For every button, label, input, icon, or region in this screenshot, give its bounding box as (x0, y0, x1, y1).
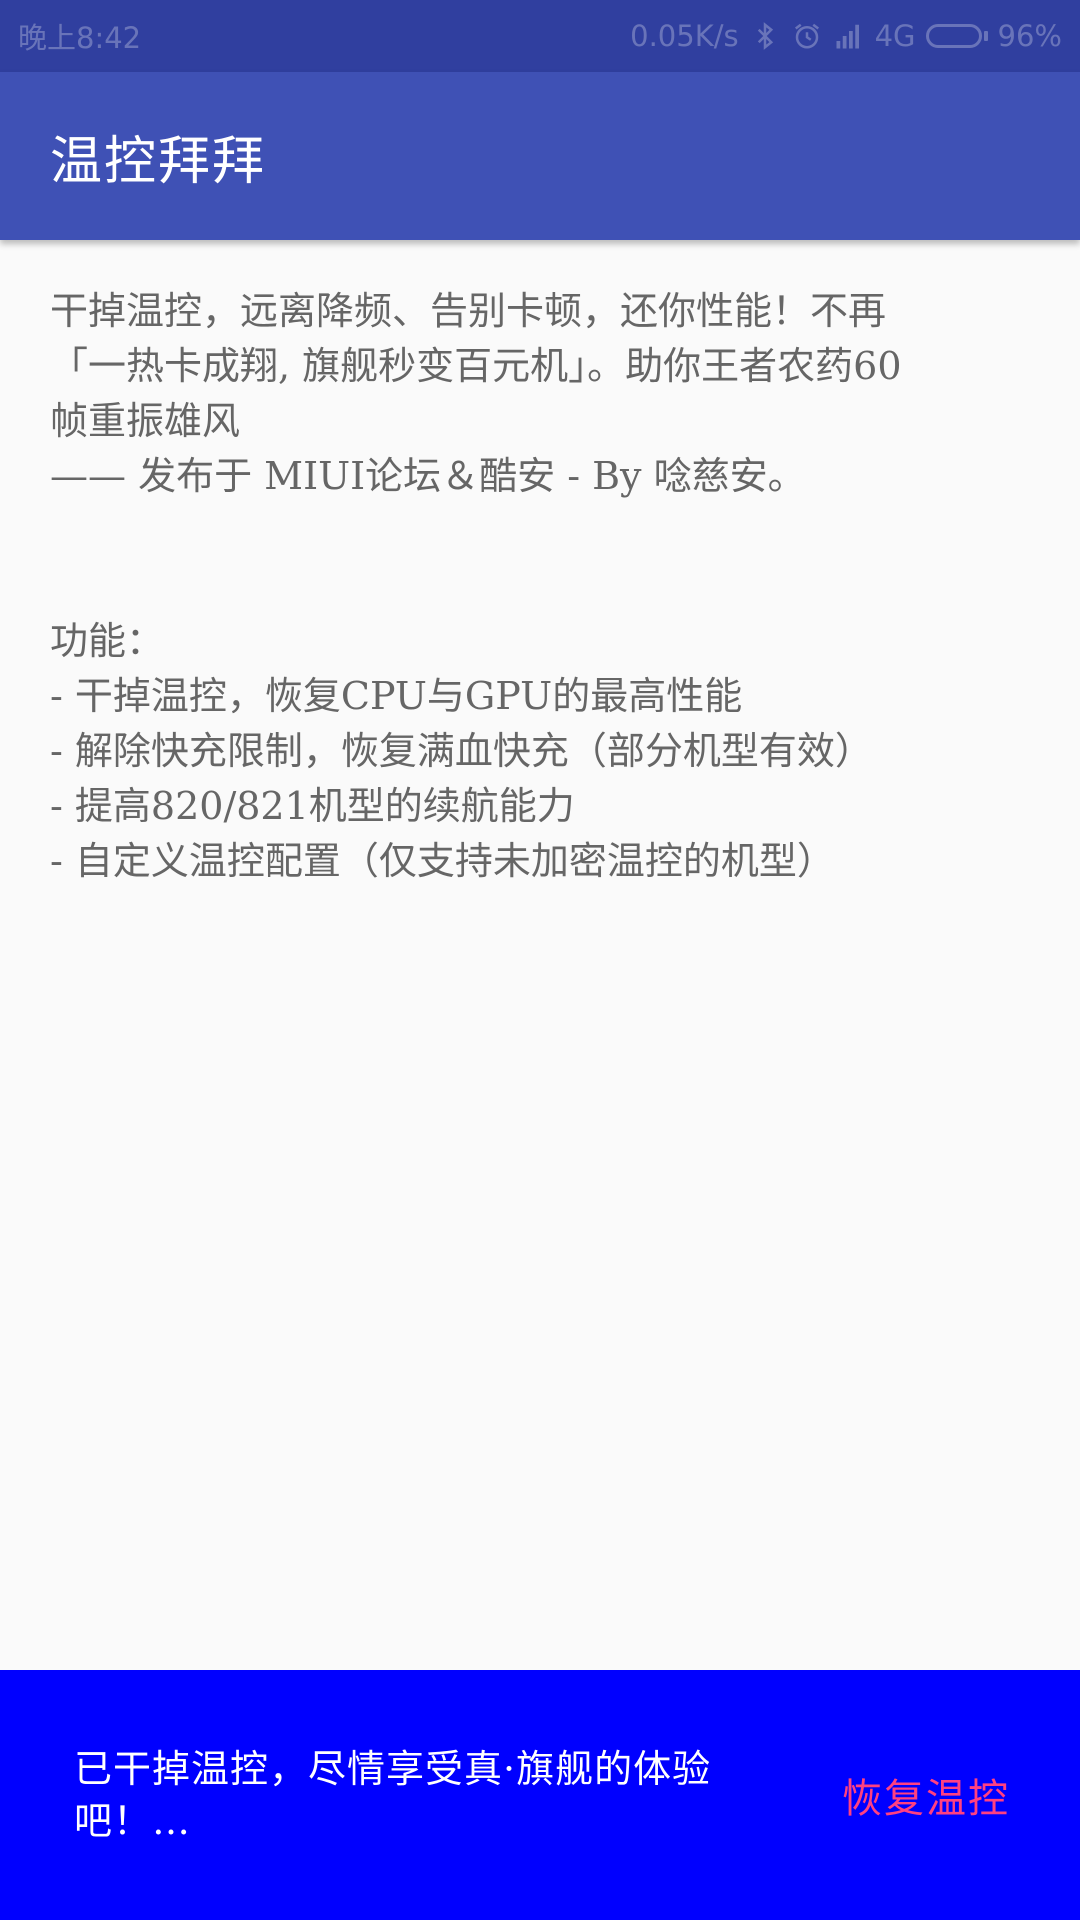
alarm-icon (791, 20, 823, 52)
bluetooth-icon (749, 20, 781, 52)
app-title: 温控拜拜 (50, 131, 267, 192)
signal-icon (833, 20, 865, 52)
status-time: 晚上8:42 (18, 21, 142, 55)
feature-item: - 解除快充限制，恢复满血快充（部分机型有效） (50, 729, 873, 773)
description-text: 干掉温控，远离降频、告别卡顿，还你性能！不再 「一热卡成翔, 旗舰秒变百元机」。… (50, 284, 1040, 889)
battery-icon (925, 24, 988, 48)
app-bar: 温控拜拜 (0, 72, 1080, 240)
app-screen: 晚上8:42 0.05K/s 4G 96% 温控拜拜 干掉温控，远离降频、告别卡… (0, 0, 1080, 1920)
intro-line: 帧重振雄风 (50, 399, 241, 443)
snackbar-message: 已干掉温控，尽情享受真·旗舰的体验吧！… (74, 1747, 712, 1843)
net-speed: 0.05K/s (630, 19, 739, 53)
restore-thermal-button[interactable]: 恢复温控 (842, 1766, 1010, 1824)
feature-item: - 自定义温控配置（仅支持未加密温控的机型） (50, 839, 835, 883)
features-heading: 功能： (50, 619, 165, 663)
network-type: 4G (874, 19, 916, 53)
feature-item: - 干掉温控，恢复CPU与GPU的最高性能 (50, 674, 743, 718)
feature-item: - 提高820/821机型的续航能力 (50, 784, 575, 828)
status-bar: 晚上8:42 0.05K/s 4G 96% (0, 0, 1080, 72)
intro-line: 干掉温控，远离降频、告别卡顿，还你性能！不再 (50, 289, 887, 333)
battery-percent: 96% (997, 19, 1062, 53)
credit-line: —— 发布于 MIUI论坛＆酷安 - By 唸慈安。 (50, 454, 806, 498)
status-indicators: 0.05K/s 4G 96% (630, 19, 1062, 53)
intro-line: 「一热卡成翔, 旗舰秒变百元机」。助你王者农药60 (50, 344, 902, 388)
snackbar: 已干掉温控，尽情享受真·旗舰的体验吧！… 恢复温控 (0, 1670, 1080, 1920)
